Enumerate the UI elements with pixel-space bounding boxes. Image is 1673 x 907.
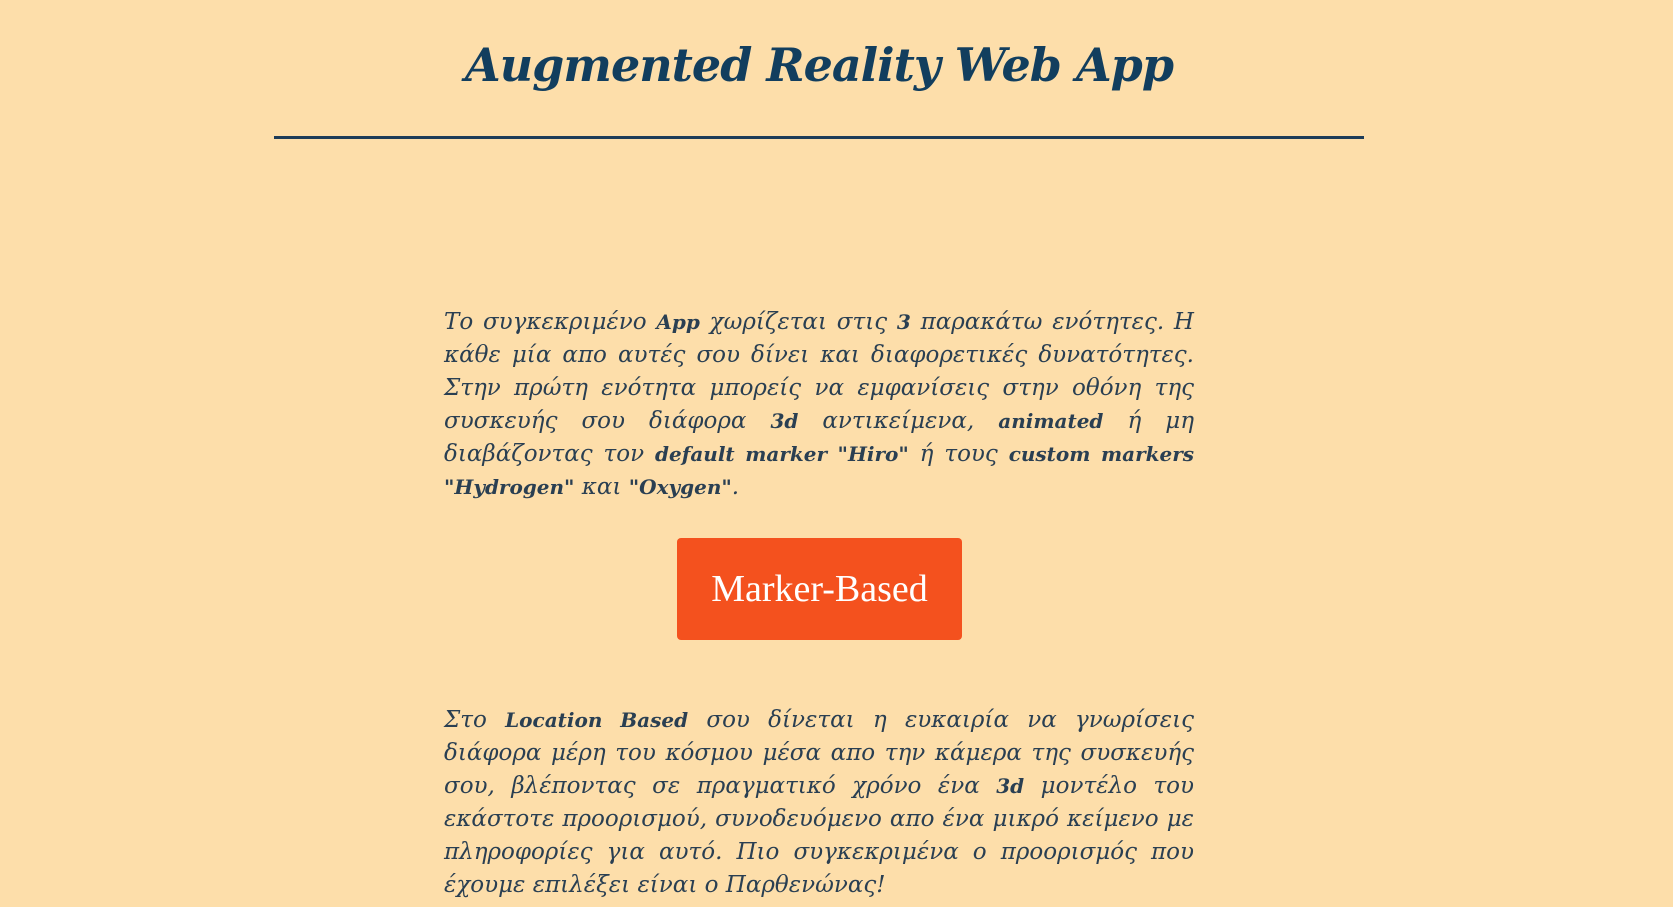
location-text-1: Στο bbox=[444, 707, 506, 733]
intro-text-4: αντικείμενα, bbox=[798, 408, 999, 434]
intro-text-7: και bbox=[574, 474, 629, 500]
page-header: Augmented Reality Web App bbox=[274, 0, 1364, 139]
intro-emph-3d: 3d bbox=[770, 409, 799, 433]
location-emph-location-based: Location Based bbox=[505, 708, 689, 732]
location-emph-3d: 3d bbox=[996, 774, 1025, 798]
marker-based-button[interactable]: Marker-Based bbox=[677, 538, 962, 640]
intro-text-2: χωρίζεται στις bbox=[699, 309, 897, 335]
intro-emph-3: 3 bbox=[896, 310, 911, 334]
intro-emph-animated: animated bbox=[998, 409, 1104, 433]
intro-emph-app: App bbox=[656, 310, 700, 334]
page-title: Augmented Reality Web App bbox=[465, 38, 1174, 92]
intro-paragraph: Το συγκεκριμένο App χωρίζεται στις 3 παρ… bbox=[444, 306, 1194, 504]
intro-emph-oxygen: "Oxygen" bbox=[628, 475, 732, 499]
location-paragraph: Στο Location Based σου δίνεται η ευκαιρί… bbox=[444, 704, 1194, 902]
intro-emph-hiro: default marker "Hiro" bbox=[655, 442, 909, 466]
intro-text-6: ή τους bbox=[908, 441, 1009, 467]
intro-text-8: . bbox=[731, 474, 740, 500]
intro-text-1: Το συγκεκριμένο bbox=[444, 309, 657, 335]
